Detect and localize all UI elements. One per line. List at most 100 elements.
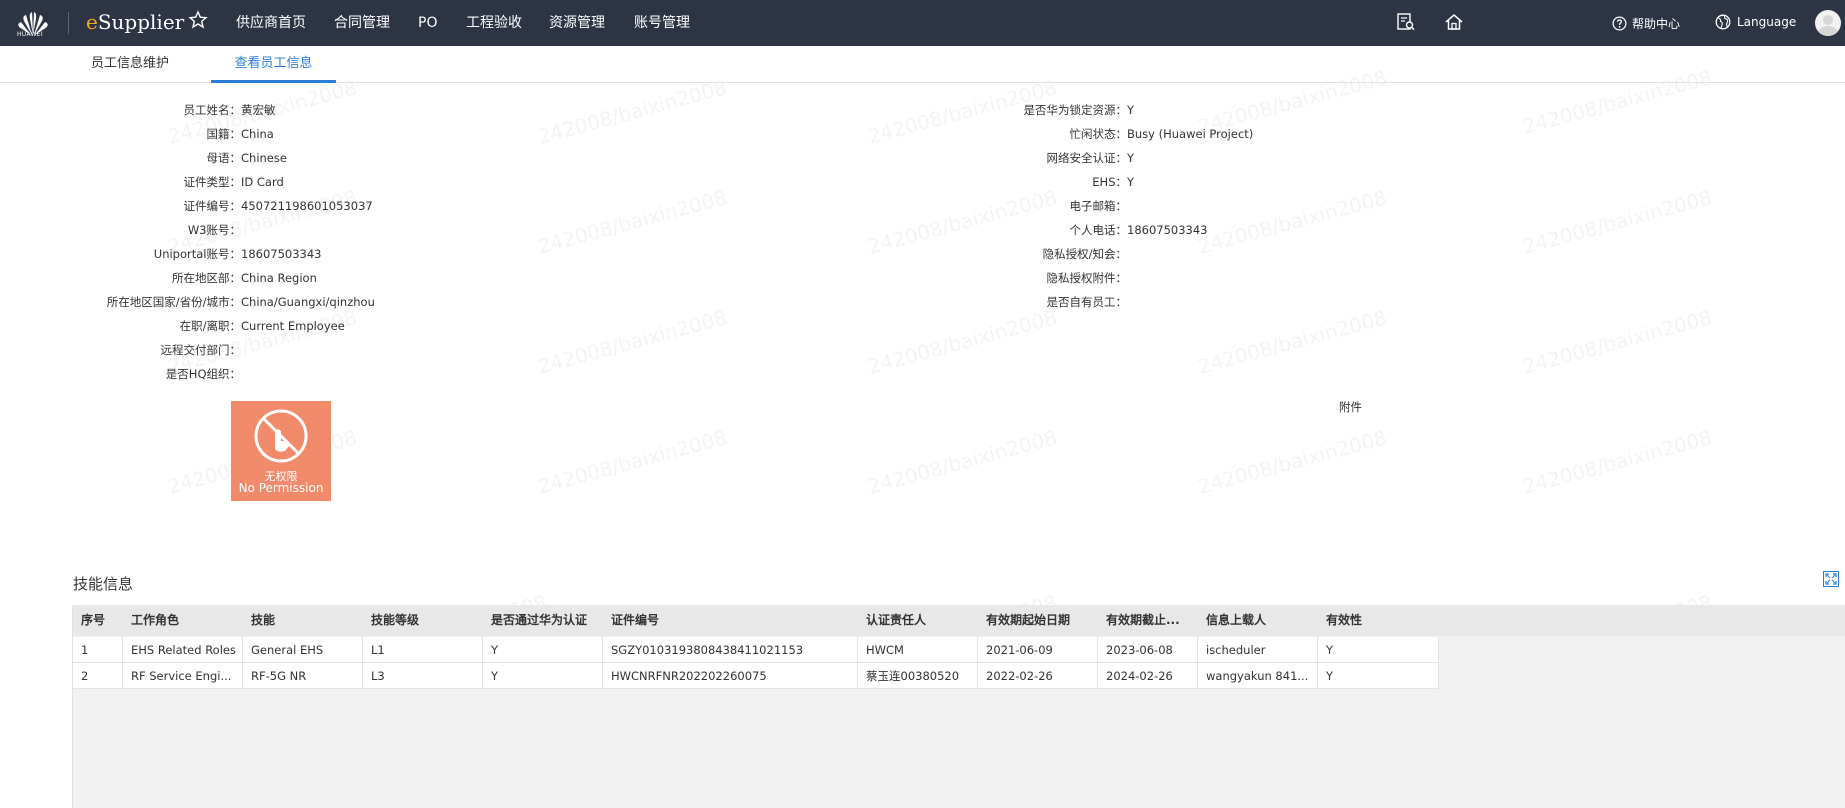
table-column-header[interactable]: 技能 [243, 605, 363, 636]
employee-info-field-label: 是否自有员工： [1046, 295, 1128, 309]
table-column-header[interactable]: 工作角色 [123, 605, 243, 636]
table-column-header[interactable]: 信息上载人 [1198, 605, 1318, 636]
expand-fullscreen-icon[interactable] [1823, 571, 1839, 587]
watermark-text: 242008/baixin2008 [1195, 305, 1390, 379]
brand-name: Supplier [97, 10, 185, 34]
table-cell: General EHS [243, 637, 363, 663]
language-switcher[interactable]: Language [1715, 13, 1796, 31]
table-row[interactable]: 2 RF Service Engi... RF-5G NR L3 Y HWCNRFNR20… [73, 663, 1439, 689]
employee-info-field-row: 隐私授权/知会： [0, 245, 1127, 263]
favorite-star-icon[interactable] [188, 10, 208, 30]
table-cell: L3 [363, 663, 483, 689]
employee-info-field-row: 在职/离职： Current Employee [0, 317, 345, 335]
employee-info-field-value: Y [1127, 151, 1135, 165]
watermark-text: 242008/baixin2008 [865, 425, 1060, 499]
table-cell: SGZY010319380843841102115​3 [603, 637, 858, 663]
table-column-header[interactable]: 认证责任人 [858, 605, 978, 636]
nav-contract-management[interactable]: 合同管理 [334, 0, 390, 46]
watermark-text: 242008/baixin2008 [865, 305, 1060, 379]
table-cell: Y [1318, 663, 1439, 689]
employee-info-field-value: Y [1127, 103, 1135, 117]
employee-info-field-label: 电子邮箱： [1069, 199, 1128, 213]
table-column-header[interactable]: 是否通过华为认证 [483, 605, 603, 636]
nav-resource-management[interactable]: 资源管理 [549, 0, 605, 46]
nav-po[interactable]: PO [418, 0, 437, 46]
employee-info-field-row: EHS： Y [0, 173, 1134, 191]
table-cell: Y [483, 663, 603, 689]
employee-info-field-label: 网络安全认证： [1046, 151, 1128, 165]
watermark-text: 242008/baixin2008 [1520, 305, 1715, 379]
table-column-header[interactable]: 有效期截止... [1098, 605, 1198, 636]
table-cell: ischeduler [1198, 637, 1318, 663]
skills-table: 序号 工作角色 技能 技能等级 是否通过华为认证 证件编号 认证责任人 有效期起始日期 有效期截… [72, 605, 1845, 808]
employee-info-field-label: 是否HQ组织： [165, 367, 241, 381]
table-cell: RF Service Engi... [123, 663, 243, 689]
table-cell: Y [483, 637, 603, 663]
table-column-header[interactable]: 技能等级 [363, 605, 483, 636]
attachment-label: 附件 [1339, 400, 1362, 414]
table-cell: HWCNRFNR202202260075 [603, 663, 858, 689]
table-cell: 2024-02-26 [1098, 663, 1198, 689]
watermark-text: 242008/baixin2008 [1520, 425, 1715, 499]
employee-info-field-row: 是否华为锁定资源： Y [0, 101, 1135, 119]
table-cell: RF-5G NR [243, 663, 363, 689]
table-row[interactable]: 1 EHS Related Roles General EHS L1 Y SGZY0103… [73, 637, 1439, 663]
tab-employee-maintenance[interactable]: 员工信息维护 [78, 46, 182, 83]
nav-account-management[interactable]: 账号管理 [634, 0, 690, 46]
user-avatar[interactable] [1815, 10, 1841, 36]
tab-view-employee-info[interactable]: 查看员工信息 [211, 46, 336, 83]
app-brand[interactable]: eSupplier [86, 10, 184, 34]
table-cell: wangyakun 841... [1198, 663, 1318, 689]
globe-icon [1715, 14, 1731, 30]
watermark-text: 242008/baixin2008 [1195, 185, 1390, 259]
table-column-header[interactable]: 有效期起始日期 [978, 605, 1098, 636]
employee-info-field-label: 隐私授权/知会： [1042, 247, 1127, 261]
employee-info-field-row: 远程交付部门： [0, 341, 242, 359]
help-center-label: 帮助中心 [1632, 16, 1681, 31]
employee-info-field-row: 是否自有员工： [0, 293, 1128, 311]
employee-info-field-row: 电子邮箱： [0, 197, 1128, 215]
user-avatar-icon [1818, 15, 1838, 36]
document-search-icon[interactable] [1395, 11, 1417, 33]
table-cell: 1 [73, 637, 123, 663]
table-column-header[interactable]: 序号 [73, 605, 123, 636]
table-cell: 2 [73, 663, 123, 689]
table-cell: HWCM [858, 637, 978, 663]
tab-bar: 员工信息维护 查看员工信息 [0, 46, 1845, 83]
employee-info-field-label: 忙闲状态： [1069, 127, 1128, 141]
table-column-header[interactable]: 证件编号 [603, 605, 858, 636]
help-icon [1612, 16, 1627, 30]
table-cell: 2023-06-08 [1098, 637, 1198, 663]
employee-info-field-row: 忙闲状态： Busy (Huawei Project) [0, 125, 1254, 143]
skills-section-title: 技能信息 [73, 575, 134, 593]
table-cell: 蔡玉连00380520 [858, 663, 978, 689]
watermark-text: 242008/baixin2008 [535, 425, 730, 499]
nav-project-acceptance[interactable]: 工程验收 [466, 0, 522, 46]
watermark-text: 242008/baixin2008 [1520, 185, 1715, 259]
table-cell: EHS Related Roles [123, 637, 243, 663]
employee-info-field-value: Current Employee [241, 319, 345, 333]
employee-info-field-row: 是否HQ组织： [0, 365, 241, 383]
table-cell: 2021-06-09 [978, 637, 1098, 663]
watermark-text: 242008/baixin2008 [1195, 425, 1390, 499]
language-label: Language [1737, 15, 1797, 29]
home-icon[interactable] [1443, 11, 1465, 33]
employee-info-field-value: Busy (Huawei Project) [1127, 127, 1254, 141]
employee-info-field-label: EHS： [1092, 175, 1127, 189]
employee-info-field-label: 是否华为锁定资源： [1023, 103, 1128, 117]
top-navigation-bar: HUAWEI eSupplier 供应商首页 合同管理 PO 工程验收 资源管理… [0, 0, 1845, 46]
employee-info-field-value: 18607503343 [1127, 223, 1208, 237]
employee-info-field-row: 网络安全认证： Y [0, 149, 1135, 167]
nav-supplier-home[interactable]: 供应商首页 [236, 0, 306, 46]
watermark-text: 242008/baixin2008 [535, 305, 730, 379]
table-cell: Y [1318, 637, 1439, 663]
employee-info-field-value: Y [1127, 175, 1135, 189]
no-permission-text-en: No Permission [238, 481, 324, 495]
brand-divider [68, 12, 69, 34]
help-center-link[interactable]: 帮助中心 [1612, 14, 1680, 32]
employee-info-field-label: 远程交付部门： [160, 343, 242, 357]
table-column-header[interactable]: 有效性 [1318, 605, 1439, 636]
table-cell: 2022-02-26 [978, 663, 1098, 689]
logo-text: HUAWEI [17, 31, 43, 38]
employee-info-field-label: 个人电话： [1069, 223, 1128, 237]
